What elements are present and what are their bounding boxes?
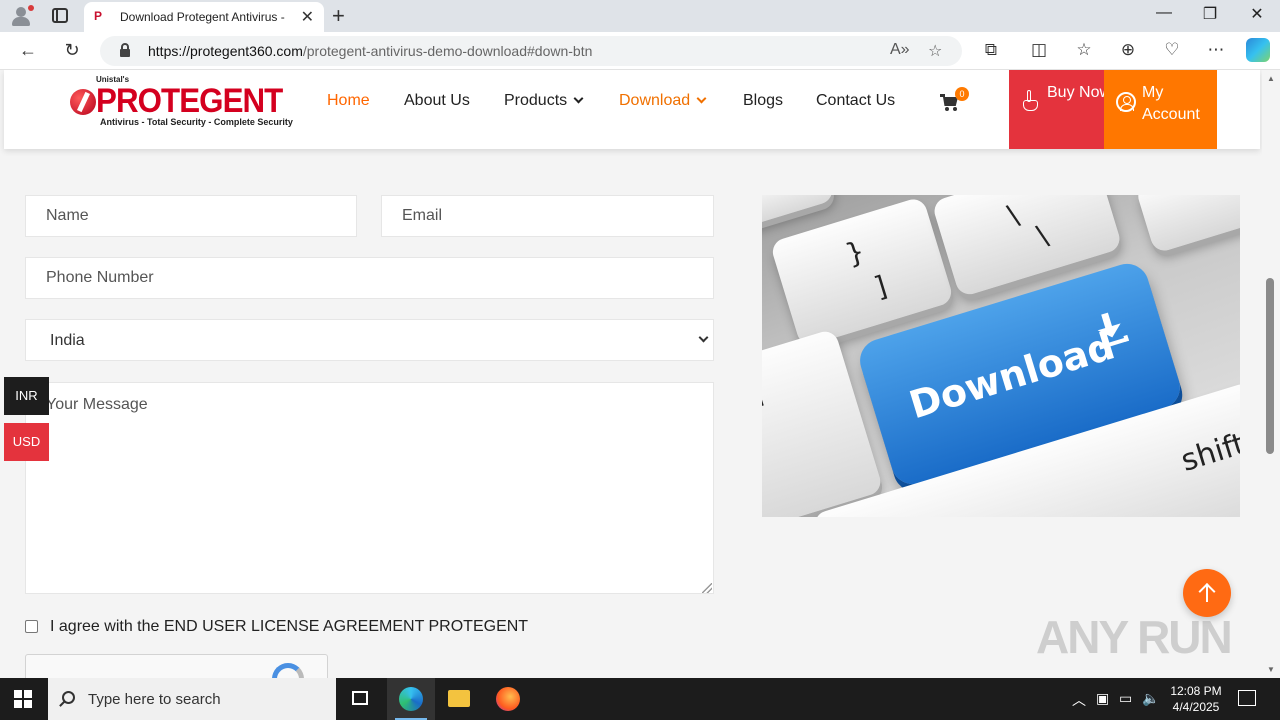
favorite-star-icon[interactable]: ☆ bbox=[928, 41, 942, 61]
scroll-down-icon[interactable]: ▼ bbox=[1267, 665, 1275, 674]
chevron-down-icon bbox=[573, 93, 584, 104]
taskbar-edge[interactable] bbox=[387, 678, 435, 720]
refresh-icon[interactable]: ↻ bbox=[60, 40, 84, 61]
eula-label: I agree with the END USER LICENSE AGREEM… bbox=[50, 618, 529, 635]
taskbar-search-box[interactable]: Type here to search bbox=[48, 678, 336, 720]
nav-home[interactable]: Home bbox=[327, 92, 370, 110]
tab-favicon: P bbox=[94, 9, 103, 23]
currency-inr-button[interactable]: INR bbox=[4, 377, 49, 415]
minimize-button[interactable]: — bbox=[1149, 4, 1179, 22]
protegent-logo[interactable]: Unistal's PROTEGENT Antivirus - Total Se… bbox=[70, 75, 296, 135]
restore-button[interactable]: ❐ bbox=[1195, 4, 1225, 24]
read-aloud-icon[interactable]: A» bbox=[890, 41, 910, 59]
cart-count-badge: 0 bbox=[955, 87, 969, 101]
logo-emblem-icon bbox=[70, 89, 96, 115]
collections-icon[interactable]: ⊕ bbox=[1116, 40, 1140, 60]
nav-download[interactable]: Download bbox=[619, 92, 707, 110]
new-tab-button[interactable]: + bbox=[332, 3, 345, 29]
chevron-down-icon bbox=[698, 332, 709, 343]
browser-tab-active[interactable]: P Download Protegent Antivirus - P ✕ bbox=[84, 2, 324, 32]
extensions-icon[interactable]: ⧉ bbox=[979, 40, 1003, 60]
email-input[interactable] bbox=[381, 195, 714, 237]
page-scrollbar[interactable]: ▲ ▼ bbox=[1262, 70, 1280, 678]
network-icon[interactable]: ▭ bbox=[1119, 690, 1132, 707]
windows-start-icon[interactable] bbox=[14, 690, 32, 708]
profile-icon[interactable] bbox=[10, 5, 34, 27]
buy-now-button[interactable]: Buy Now bbox=[1009, 70, 1111, 149]
taskbar-file-explorer[interactable] bbox=[435, 678, 483, 720]
message-textarea[interactable] bbox=[25, 382, 714, 594]
user-circle-icon bbox=[1116, 92, 1136, 112]
address-toolbar: ← ↻ https://protegent360.com/protegent-a… bbox=[0, 32, 1280, 70]
recaptcha-logo-icon bbox=[272, 663, 304, 678]
nav-contact-us[interactable]: Contact Us bbox=[816, 92, 895, 110]
my-account-button[interactable]: My Account bbox=[1104, 70, 1217, 149]
volume-icon[interactable]: 🔈 bbox=[1142, 690, 1159, 707]
clock-date: 4/4/2025 bbox=[1172, 700, 1220, 714]
clock-time: 12:08 PM bbox=[1170, 684, 1222, 698]
tab-close-icon[interactable]: ✕ bbox=[301, 7, 314, 27]
task-view-button[interactable] bbox=[336, 678, 384, 720]
edge-icon bbox=[399, 687, 423, 711]
favorites-icon[interactable]: ☆ bbox=[1072, 40, 1096, 60]
folder-icon bbox=[448, 690, 470, 707]
eula-checkbox[interactable] bbox=[25, 620, 38, 633]
close-window-button[interactable]: ✕ bbox=[1242, 4, 1272, 24]
scroll-up-icon[interactable]: ▲ bbox=[1267, 74, 1275, 83]
taskbar-firefox[interactable] bbox=[484, 678, 532, 720]
lock-icon[interactable] bbox=[120, 43, 130, 57]
currency-usd-button[interactable]: USD bbox=[4, 423, 49, 461]
tray-chevron-up-icon[interactable]: ︿ bbox=[1072, 690, 1086, 710]
my-account-label: My Account bbox=[1142, 84, 1200, 123]
tray-device-icon[interactable]: ▣ bbox=[1096, 690, 1109, 707]
search-icon bbox=[62, 691, 75, 704]
country-select[interactable]: India bbox=[25, 319, 714, 361]
firefox-icon bbox=[496, 687, 520, 711]
download-keyboard-image: } ] \ \ " Download shift bbox=[762, 195, 1240, 517]
textarea-resize-handle[interactable] bbox=[702, 583, 712, 593]
page-viewport: Unistal's PROTEGENT Antivirus - Total Se… bbox=[0, 70, 1280, 678]
tab-actions-icon[interactable] bbox=[52, 8, 68, 23]
country-select-value: India bbox=[50, 332, 85, 349]
copilot-icon[interactable] bbox=[1246, 38, 1270, 62]
hand-pointer-icon bbox=[1023, 90, 1039, 112]
taskbar-search-placeholder: Type here to search bbox=[88, 691, 221, 708]
nav-about-us[interactable]: About Us bbox=[404, 92, 470, 110]
windows-taskbar: Type here to search ︿ ▣ ▭ 🔈 12:08 PM 4/4… bbox=[0, 678, 1280, 720]
url-text[interactable]: https://protegent360.com/protegent-antiv… bbox=[148, 43, 592, 59]
name-input[interactable] bbox=[25, 195, 357, 237]
split-screen-icon[interactable]: ◫ bbox=[1027, 40, 1051, 60]
nav-blogs[interactable]: Blogs bbox=[743, 92, 783, 110]
anyrun-watermark: ANY RUN bbox=[1036, 611, 1233, 663]
tab-title: Download Protegent Antivirus - P bbox=[120, 10, 288, 24]
address-bar[interactable]: https://protegent360.com/protegent-antiv… bbox=[100, 36, 962, 66]
nav-products[interactable]: Products bbox=[504, 92, 584, 110]
logo-tagline: Antivirus - Total Security - Complete Se… bbox=[100, 117, 293, 127]
recaptcha-widget[interactable] bbox=[25, 654, 328, 678]
browser-tab-bar: P Download Protegent Antivirus - P ✕ + —… bbox=[0, 0, 1280, 32]
phone-number-input[interactable] bbox=[25, 257, 714, 299]
logo-brand: PROTEGENT bbox=[96, 82, 283, 120]
taskbar-clock[interactable]: 12:08 PM 4/4/2025 bbox=[1164, 683, 1228, 715]
performance-icon[interactable]: ♡ bbox=[1160, 40, 1184, 60]
more-menu-icon[interactable]: ⋯ bbox=[1204, 40, 1228, 60]
back-icon[interactable]: ← bbox=[16, 40, 40, 61]
chevron-down-icon bbox=[696, 93, 707, 104]
task-view-icon bbox=[352, 691, 368, 705]
notifications-icon[interactable] bbox=[1238, 690, 1256, 706]
site-header: Unistal's PROTEGENT Antivirus - Total Se… bbox=[4, 70, 1260, 149]
download-key-label: Download bbox=[904, 323, 1120, 428]
scrollbar-thumb[interactable] bbox=[1266, 278, 1274, 454]
